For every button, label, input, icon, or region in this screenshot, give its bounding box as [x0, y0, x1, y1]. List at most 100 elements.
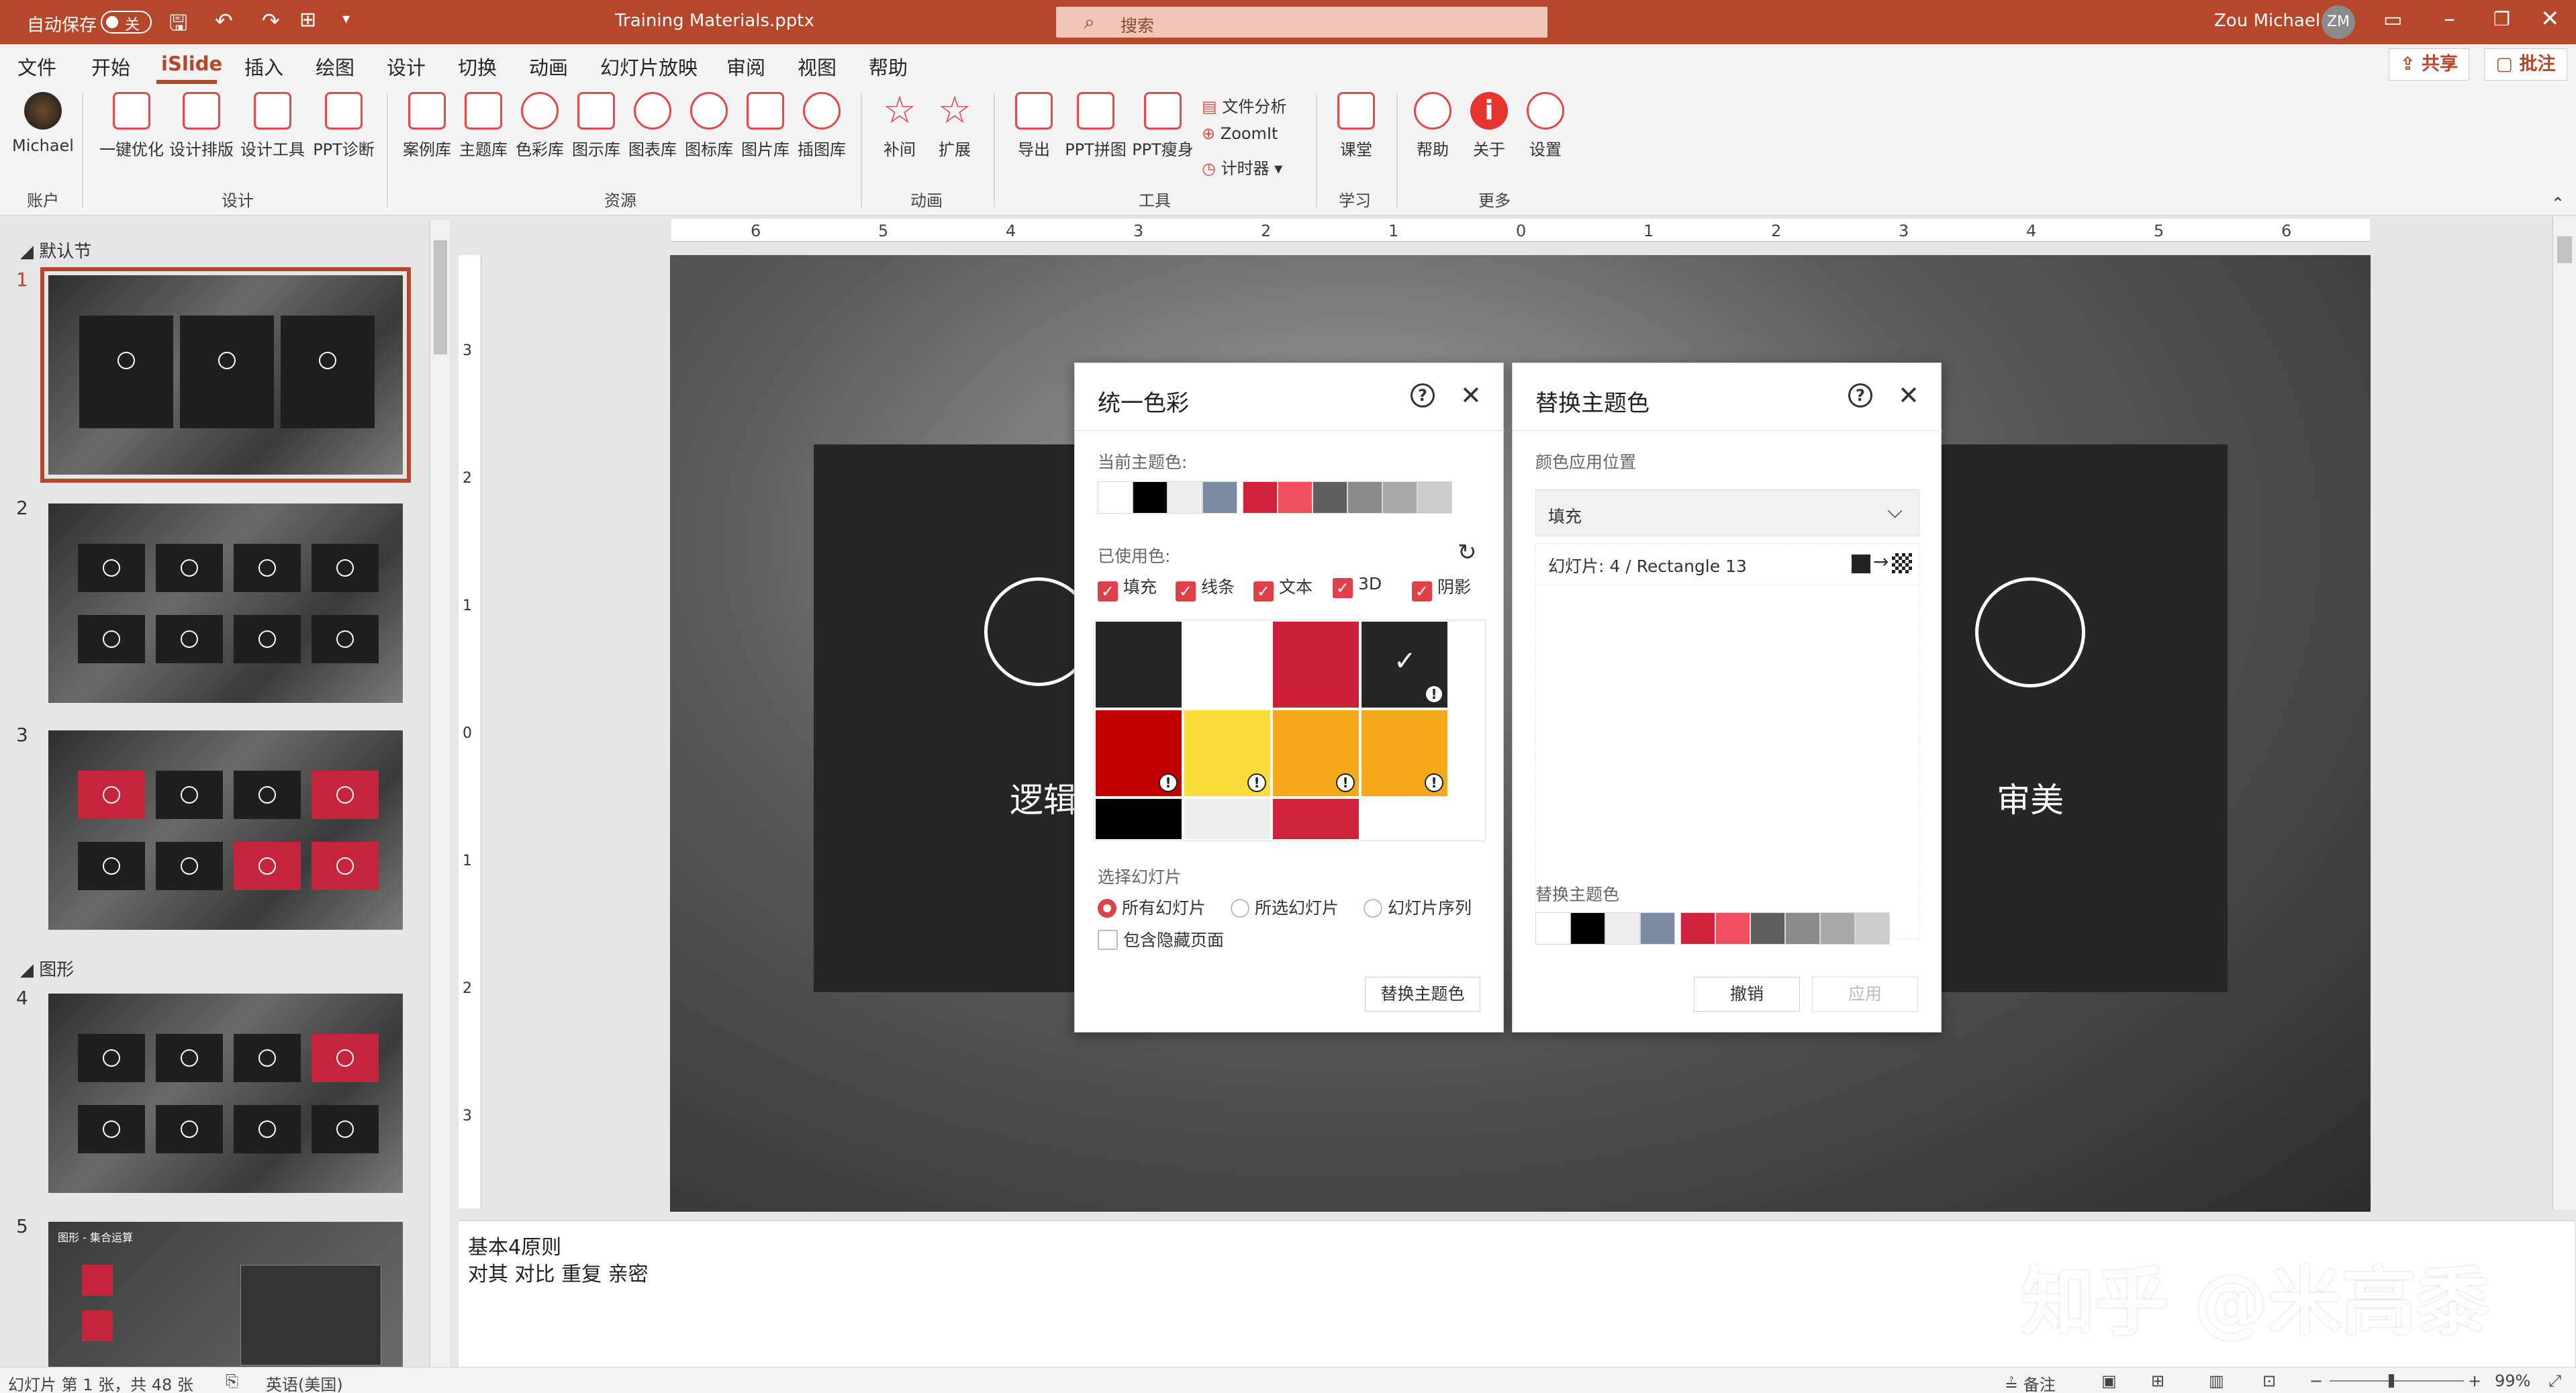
theme-color-swatch[interactable] [1570, 912, 1605, 945]
normal-view-icon[interactable]: ▣ [2101, 1372, 2117, 1390]
color-cell[interactable]: ! [1273, 710, 1359, 796]
autosave-toggle[interactable]: 关 [101, 11, 152, 34]
section-default[interactable]: ◢ 默认节 [20, 238, 91, 262]
color-cell[interactable] [1096, 799, 1182, 839]
thumbnail-scrollbar[interactable] [430, 220, 450, 1367]
account-button[interactable]: Michael [9, 92, 77, 155]
illustration-library-button[interactable]: 插图库 [788, 92, 855, 160]
notes-button[interactable]: ≟ 备注 [2005, 1372, 2056, 1393]
tab-draw[interactable]: 绘图 [316, 52, 354, 81]
slide-card-aesthetics[interactable]: 审美 [1903, 444, 2228, 992]
zoomit-button[interactable]: ⊕ ZoomIt [1202, 124, 1278, 143]
user-avatar[interactable]: ZM [2322, 5, 2355, 39]
tab-islide[interactable]: iSlide [161, 52, 222, 75]
apply-button[interactable]: 应用 [1812, 977, 1918, 1012]
theme-color-swatch[interactable] [1605, 912, 1640, 945]
zoom-level[interactable]: 99% [2495, 1372, 2530, 1390]
tab-home[interactable]: 开始 [91, 52, 130, 81]
color-cell[interactable] [1184, 799, 1270, 839]
zoom-slider[interactable] [2330, 1380, 2464, 1382]
customize-icon[interactable]: ▾ [342, 11, 350, 28]
zoom-in-icon[interactable]: + [2468, 1372, 2481, 1390]
zoom-slider-thumb[interactable] [2389, 1374, 2394, 1388]
radio-selected-slides[interactable]: 所选幻灯片 [1231, 895, 1339, 919]
timer-button[interactable]: ◷ 计时器 ▾ [1202, 155, 1282, 179]
collapse-ribbon-icon[interactable]: ⌃ [2551, 194, 2565, 213]
slide-thumbnail-2[interactable] [48, 503, 403, 703]
radio-all-slides[interactable]: 所有幻灯片 [1098, 895, 1206, 919]
color-cell[interactable] [1273, 799, 1359, 839]
redo-icon[interactable]: ↷ [262, 8, 280, 34]
color-cell[interactable]: ! [1096, 710, 1182, 796]
classroom-button[interactable]: 课堂 [1323, 92, 1390, 160]
tab-view[interactable]: 视图 [798, 52, 837, 81]
sorter-view-icon[interactable]: ⊞ [2151, 1372, 2164, 1390]
slide-thumbnail-1[interactable] [40, 267, 411, 483]
theme-color-swatch[interactable] [1785, 912, 1820, 945]
theme-color-swatch[interactable] [1640, 912, 1675, 945]
checkbox-text[interactable]: ✓ 文本 [1253, 574, 1313, 602]
design-layout-button[interactable]: 设计排版 [168, 92, 235, 160]
save-icon[interactable]: 🖫 [169, 8, 187, 44]
theme-color-swatch[interactable] [1680, 912, 1715, 945]
ppt-diagnose-button[interactable]: PPT诊断 [310, 92, 377, 160]
slide-thumbnail-5[interactable]: 图形 - 集合运算 [48, 1222, 403, 1367]
tab-slideshow[interactable]: 幻灯片放映 [600, 52, 698, 81]
tab-insert[interactable]: 插入 [244, 52, 283, 81]
restore-icon[interactable]: ❐ [2493, 8, 2510, 30]
settings-button[interactable]: 设置 [1512, 92, 1579, 160]
checkbox-fill[interactable]: ✓ 填充 [1098, 574, 1157, 602]
reading-view-icon[interactable]: ▥ [2209, 1372, 2224, 1390]
section-shapes[interactable]: ◢ 图形 [20, 956, 74, 981]
theme-color-swatch[interactable] [1098, 481, 1133, 514]
theme-color-swatch[interactable] [1417, 481, 1452, 514]
cancel-button[interactable]: 撤销 [1694, 977, 1800, 1012]
one-click-optimize-button[interactable]: 一键优化 [98, 92, 165, 160]
color-cell[interactable] [1362, 799, 1447, 839]
tab-transitions[interactable]: 切换 [458, 52, 497, 81]
list-item[interactable]: 幻灯片: 4 / Rectangle 13 → [1536, 544, 1919, 585]
checkbox-shadow[interactable]: ✓ 阴影 [1412, 574, 1471, 602]
theme-color-swatch[interactable] [1750, 912, 1785, 945]
search-box[interactable]: ⌕ 搜索 [1056, 7, 1547, 38]
slideshow-view-icon[interactable]: ⊡ [2262, 1372, 2276, 1390]
present-icon[interactable]: ⊞ [299, 8, 316, 32]
tab-review[interactable]: 审阅 [726, 52, 765, 81]
language[interactable]: 英语(美国) [266, 1372, 343, 1393]
checkbox-line[interactable]: ✓ 线条 [1176, 574, 1235, 602]
theme-color-swatch[interactable] [1382, 481, 1417, 514]
zoom-out-icon[interactable]: − [2309, 1372, 2323, 1390]
ppt-slim-button[interactable]: PPT瘦身 [1129, 92, 1196, 160]
slide-thumbnail-4[interactable] [48, 994, 403, 1193]
help-icon[interactable]: ? [1848, 383, 1872, 407]
theme-color-swatch[interactable] [1820, 912, 1855, 945]
theme-color-swatch[interactable] [1243, 481, 1278, 514]
color-cell[interactable] [1096, 622, 1182, 708]
color-cell[interactable] [1273, 622, 1359, 708]
theme-color-swatch[interactable] [1347, 481, 1382, 514]
checkbox-include-hidden[interactable]: 包含隐藏页面 [1098, 927, 1224, 951]
slide-thumbnail-3[interactable] [48, 730, 403, 930]
comments-button[interactable]: ▢ 批注 [2484, 48, 2567, 81]
ribbon-display-icon[interactable]: ▭ [2383, 8, 2402, 32]
spellcheck-icon[interactable]: ⎘ [226, 1372, 238, 1390]
close-icon[interactable]: ✕ [2540, 5, 2560, 32]
color-cell[interactable]: ! [1362, 710, 1447, 796]
fit-slide-icon[interactable]: ⤢ [2548, 1372, 2561, 1390]
tab-help[interactable]: 帮助 [869, 52, 908, 81]
close-icon[interactable]: ✕ [1898, 381, 1919, 410]
theme-color-swatch[interactable] [1715, 912, 1750, 945]
tab-file[interactable]: 文件 [17, 52, 56, 81]
undo-icon[interactable]: ↶ [215, 8, 233, 34]
help-icon[interactable]: ? [1411, 383, 1435, 407]
file-analysis-button[interactable]: ▤ 文件分析 [1202, 93, 1286, 117]
canvas-scrollbar[interactable] [2553, 216, 2576, 1210]
theme-color-swatch[interactable] [1535, 912, 1570, 945]
refresh-icon[interactable]: ↻ [1458, 539, 1477, 566]
color-cell-selected[interactable]: ✓ ! [1362, 622, 1447, 708]
minimize-icon[interactable]: – [2444, 5, 2455, 32]
radio-slide-sequence[interactable]: 幻灯片序列 [1364, 895, 1472, 919]
theme-color-swatch[interactable] [1313, 481, 1347, 514]
close-icon[interactable]: ✕ [1460, 381, 1482, 410]
theme-color-swatch[interactable] [1167, 481, 1202, 514]
